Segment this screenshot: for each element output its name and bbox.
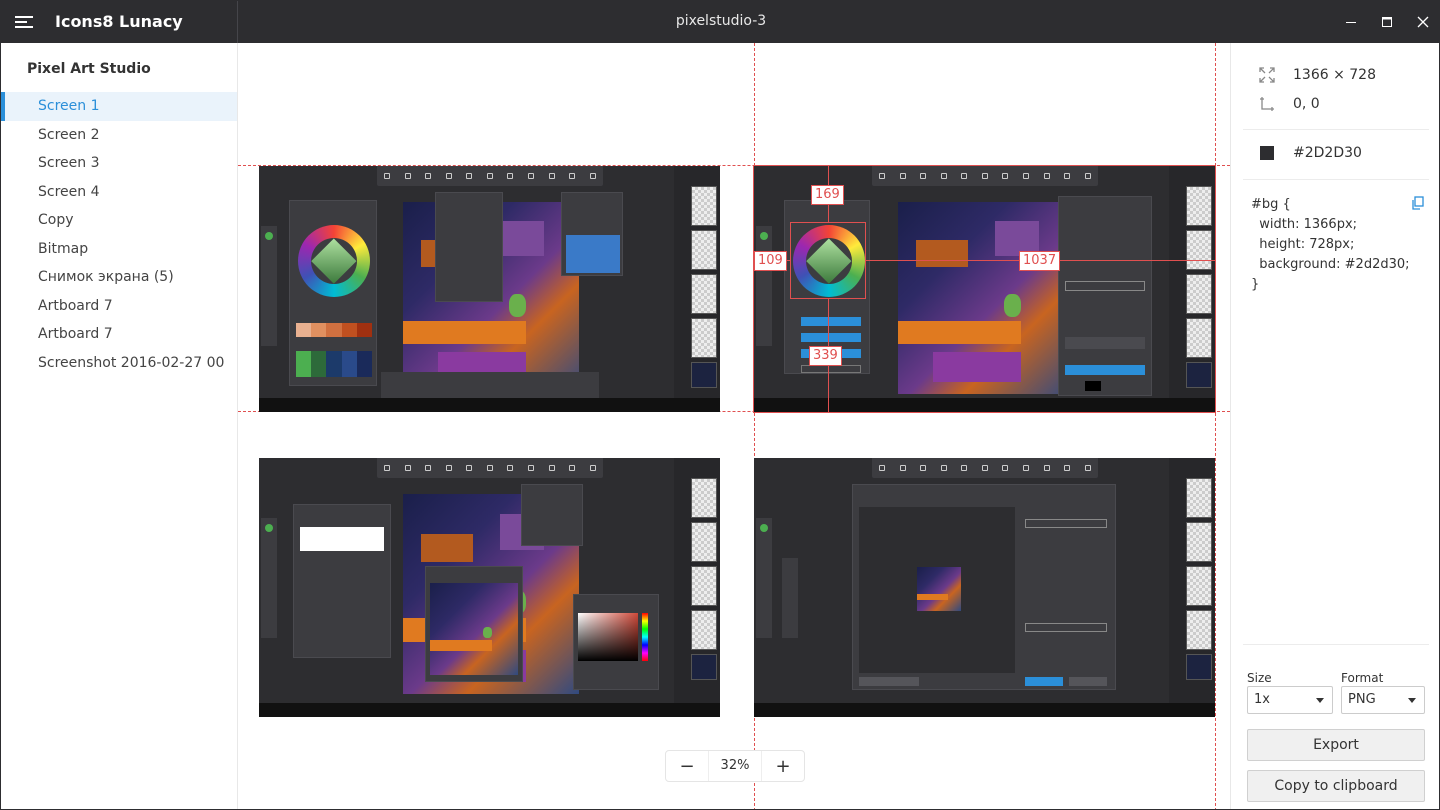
chevron-down-icon [1316, 698, 1324, 703]
minimize-button[interactable] [1333, 1, 1369, 43]
window-controls [1333, 1, 1439, 43]
hamburger-icon [15, 16, 33, 28]
inspector-divider [1243, 129, 1429, 130]
screen-item[interactable]: Copy [1, 206, 237, 235]
title-bar: Icons8 Lunacy pixelstudio-3 [1, 1, 1439, 43]
position-row: 0, 0 [1257, 94, 1320, 114]
size-row: 1366 × 728 [1257, 65, 1376, 85]
color-picker-panel [289, 200, 377, 386]
zoom-control: − 32% + [665, 750, 805, 782]
export-format-select[interactable]: PNG [1341, 686, 1425, 714]
zoom-level[interactable]: 32% [708, 751, 762, 781]
artboard-toolbar [872, 166, 1098, 186]
artboard-tool-strip [261, 226, 277, 346]
export-size-value: 1x [1254, 692, 1270, 707]
screen-item[interactable]: Screen 3 [1, 149, 237, 178]
artboard-toolbar [377, 166, 603, 186]
preview-panel [425, 566, 523, 682]
layer-thumbnails [1169, 166, 1215, 398]
background-color-panel [573, 594, 659, 690]
export-format-value: PNG [1348, 692, 1376, 707]
inspector-divider [1243, 179, 1429, 180]
measure-right-label: 1037 [1019, 251, 1061, 271]
css-code: #bg { width: 1366px; height: 728px; back… [1251, 197, 1410, 292]
zoom-out-button[interactable]: − [666, 751, 708, 781]
menu-button[interactable] [1, 1, 47, 43]
artboard-taskbar [754, 398, 1215, 412]
export-size-select[interactable]: 1x [1247, 686, 1333, 714]
chevron-down-icon [1408, 698, 1416, 703]
inspector-panel: 1366 × 728 0, 0 #2D2D30 #bg { width: 136… [1230, 43, 1439, 809]
close-icon [1417, 16, 1429, 28]
layer-thumbnails [1169, 458, 1215, 703]
artboard-screen-3[interactable] [259, 458, 720, 717]
copy-to-clipboard-button[interactable]: Copy to clipboard [1247, 770, 1425, 802]
layer-thumbnails [674, 166, 720, 398]
artboard-tool-strip [756, 226, 772, 346]
document-title: pixelstudio-3 [675, 13, 767, 29]
artboard-tool-strip [261, 518, 277, 638]
screen-item[interactable]: Screen 1 [1, 92, 237, 121]
measure-bottom-label: 339 [809, 346, 842, 366]
screen-item[interactable]: Screenshot 2016-02-27 00 [1, 349, 237, 378]
copy-icon [1412, 196, 1424, 210]
layer-properties-panel [1058, 196, 1152, 396]
export-button[interactable]: Export [1247, 729, 1425, 761]
transform-popup [521, 484, 583, 546]
fill-value[interactable]: #2D2D30 [1293, 145, 1362, 161]
fill-swatch[interactable] [1257, 143, 1277, 163]
screen-item[interactable]: Screen 2 [1, 121, 237, 150]
maximize-icon [1382, 17, 1392, 27]
export-artwork-dialog [852, 484, 1116, 690]
artboard-tool-strip [756, 518, 772, 638]
artboard-toolbar [377, 458, 603, 478]
fill-row: #2D2D30 [1257, 143, 1362, 163]
inspector-divider [1243, 644, 1429, 645]
artboard-toolbar [872, 458, 1098, 478]
screen-item[interactable]: Screen 4 [1, 178, 237, 207]
brush-settings-panel [293, 504, 391, 658]
artboard-taskbar [259, 703, 720, 717]
guide-vertical [1215, 43, 1216, 809]
measure-left-label: 109 [754, 251, 787, 271]
artboard-taskbar [754, 703, 1215, 717]
tools-popup [561, 192, 623, 276]
copy-css-button[interactable] [1411, 195, 1425, 210]
resize-icon [1257, 65, 1277, 85]
maximize-button[interactable] [1369, 1, 1405, 43]
selection-box [790, 222, 866, 299]
artboard-screen-4[interactable] [754, 458, 1215, 717]
shape-tool-strip [782, 558, 798, 638]
screen-item[interactable]: Bitmap [1, 235, 237, 264]
minimize-icon [1346, 22, 1356, 23]
export-format-label: Format [1341, 671, 1384, 685]
artboard-taskbar [259, 398, 720, 412]
close-button[interactable] [1405, 1, 1439, 43]
export-size-label: Size [1247, 671, 1272, 685]
app-name: Icons8 Lunacy [55, 12, 183, 31]
screen-item[interactable]: Artboard 7 [1, 320, 237, 349]
artboard-game-scene [898, 202, 1074, 394]
app-window: Icons8 Lunacy pixelstudio-3 Pixel Art St… [0, 0, 1440, 810]
zoom-in-button[interactable]: + [762, 751, 804, 781]
measure-top-label: 169 [811, 185, 844, 205]
screen-item[interactable]: Снимок экрана (5) [1, 263, 237, 292]
menu-popup [435, 192, 503, 302]
position-icon [1257, 94, 1277, 114]
project-name: Pixel Art Studio [27, 61, 151, 77]
screen-item[interactable]: Artboard 7 [1, 292, 237, 321]
layer-thumbnails [674, 458, 720, 703]
position-value[interactable]: 0, 0 [1293, 96, 1320, 112]
design-canvas[interactable]: 169 109 1037 339 − 32% + [238, 43, 1230, 809]
layers-sidebar: Pixel Art Studio Screen 1 Screen 2 Scree… [1, 43, 238, 809]
screen-list: Screen 1 Screen 2 Screen 3 Screen 4 Copy… [1, 92, 237, 377]
size-value[interactable]: 1366 × 728 [1293, 67, 1376, 83]
artboard-screen-1[interactable] [259, 166, 720, 412]
